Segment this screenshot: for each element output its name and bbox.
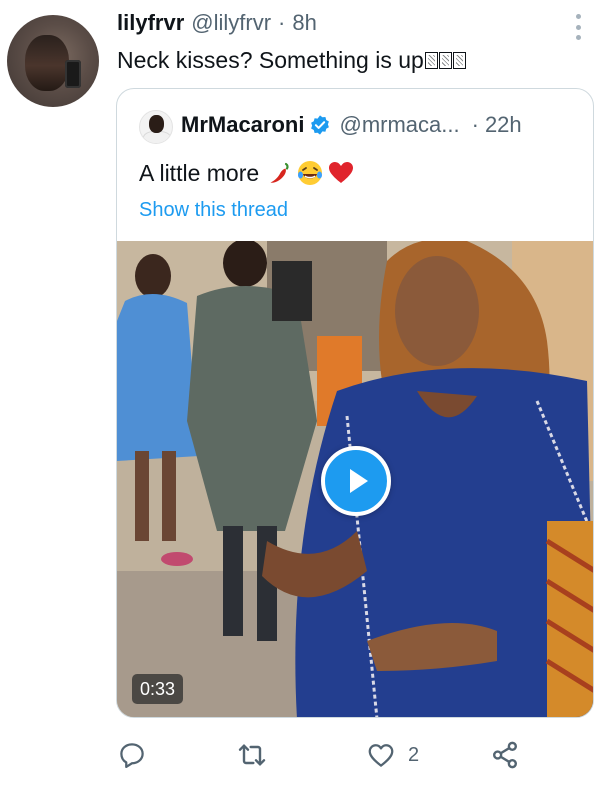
reply-icon — [120, 743, 144, 768]
dot — [575, 24, 581, 30]
dot — [575, 35, 581, 40]
quoted-author-display-name[interactable]: MrMacaroni — [181, 112, 304, 138]
verified-badge-icon — [309, 114, 331, 136]
box-glyph — [424, 52, 438, 69]
quoted-tweet-text-content: A little more — [139, 159, 260, 186]
box-glyph — [438, 52, 452, 69]
avatar-face — [25, 35, 69, 91]
retweet-icon — [238, 744, 266, 766]
reply-button[interactable] — [117, 735, 147, 775]
author-display-name[interactable]: lilyfrvr — [117, 10, 184, 36]
tweet-text: Neck kisses? Something is up — [117, 47, 466, 74]
video-duration-badge: 0:33 — [132, 674, 184, 704]
chili-pepper-icon — [270, 162, 289, 183]
tweet-text-content: Neck kisses? Something is up — [117, 47, 424, 73]
more-dots-icon[interactable] — [572, 14, 584, 40]
quoted-tweet-text: A little more — [139, 159, 355, 187]
dot — [575, 14, 581, 19]
quoted-tweet-card[interactable]: MrMacaroni @mrmaca... · 22h A little mor… — [116, 88, 594, 718]
separator-dot: · — [278, 10, 286, 35]
retweet-button[interactable] — [236, 735, 268, 775]
emoji-group — [267, 159, 355, 187]
tweet-timestamp[interactable]: 8h — [292, 10, 316, 36]
like-count: 2 — [408, 743, 420, 766]
heart-icon — [368, 744, 394, 767]
share-button[interactable] — [489, 735, 521, 775]
laughing-face-icon — [298, 161, 323, 185]
box-glyph — [452, 52, 466, 69]
show-thread-link[interactable]: Show this thread — [139, 199, 288, 222]
quoted-tweet-header: MrMacaroni @mrmaca... · 22h — [181, 110, 522, 140]
author-handle[interactable]: @lilyfrvr — [191, 10, 271, 36]
red-heart-icon — [329, 162, 354, 183]
avatar-phone — [65, 60, 81, 88]
action-bar: 2 — [117, 735, 527, 775]
play-icon[interactable] — [321, 446, 391, 516]
quoted-author-handle[interactable]: @mrmaca... — [339, 112, 459, 138]
quoted-tweet-timestamp[interactable]: 22h — [485, 112, 522, 138]
author-avatar[interactable] — [7, 15, 99, 107]
tweet[interactable]: lilyfrvr @lilyfrvr · 8h Neck kisses? Som… — [0, 0, 597, 792]
like-button[interactable]: 2 — [366, 735, 419, 775]
share-icon — [493, 741, 517, 769]
avatar-head — [149, 115, 164, 133]
tweet-header: lilyfrvr @lilyfrvr · 8h — [117, 10, 317, 40]
video-thumbnail[interactable]: 0:33 — [117, 241, 593, 717]
separator-dot: · — [471, 112, 479, 137]
quoted-author-avatar[interactable] — [139, 110, 173, 144]
